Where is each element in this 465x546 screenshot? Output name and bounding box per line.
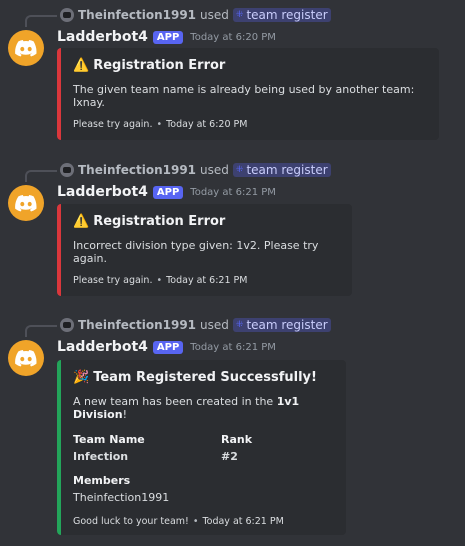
members-label: Members xyxy=(73,474,131,487)
warning-icon: ⚠️ xyxy=(73,214,90,229)
embed-footer: Please try again. • Today at 6:21 PM xyxy=(73,275,248,286)
message-header: Ladderbot4 APP Today at 6:20 PM xyxy=(57,29,276,45)
success-embed: 🎉 Team Registered Successfully! A new te… xyxy=(57,360,346,535)
embed-description: The given team name is already being use… xyxy=(73,83,415,109)
party-popper-icon: 🎉 xyxy=(73,370,90,385)
message-header: Ladderbot4 APP Today at 6:21 PM xyxy=(57,339,276,355)
reply-connector xyxy=(25,325,57,337)
message-timestamp[interactable]: Today at 6:21 PM xyxy=(190,342,276,353)
team-name-label: Team Name xyxy=(73,433,145,446)
footer-text: Please try again. xyxy=(73,275,153,286)
embed-title-text: Team Registered Successfully! xyxy=(93,370,317,385)
discord-logo-icon xyxy=(15,194,37,211)
author-name[interactable]: Ladderbot4 xyxy=(57,184,148,200)
embed-footer: Please try again. • Today at 6:20 PM xyxy=(73,119,248,130)
embed-title-text: Registration Error xyxy=(93,214,226,229)
bot-avatar[interactable] xyxy=(8,340,44,376)
embed-footer: Good luck to your team! • Today at 6:21 PM xyxy=(73,516,284,527)
rank-label: Rank xyxy=(221,433,253,446)
reply-username[interactable]: Theinfection1991 xyxy=(78,163,196,177)
reply-used-text: used xyxy=(200,8,229,22)
footer-time: Today at 6:21 PM xyxy=(166,275,248,286)
error-embed: ⚠️ Registration Error The given team nam… xyxy=(57,48,439,140)
footer-text: Good luck to your team! xyxy=(73,516,189,527)
user-mini-avatar[interactable] xyxy=(60,163,74,177)
embed-description: A new team has been created in the 1v1 D… xyxy=(73,395,334,421)
app-badge: APP xyxy=(152,340,184,354)
reply-connector xyxy=(25,170,57,182)
bot-avatar[interactable] xyxy=(8,30,44,66)
warning-icon: ⚠️ xyxy=(73,58,90,73)
discord-logo-icon xyxy=(15,349,37,366)
description-prefix: A new team has been created in the xyxy=(73,395,277,408)
command-mention[interactable]: ⁜ team register xyxy=(232,318,331,332)
command-name: team register xyxy=(246,8,328,22)
slash-command-icon: ⁜ xyxy=(235,10,244,20)
command-name: team register xyxy=(246,318,328,332)
embed-title: ⚠️ Registration Error xyxy=(73,58,427,73)
footer-time: Today at 6:20 PM xyxy=(166,119,248,130)
footer-time: Today at 6:21 PM xyxy=(202,516,284,527)
description-suffix: ! xyxy=(122,408,127,421)
author-name[interactable]: Ladderbot4 xyxy=(57,339,148,355)
app-badge: APP xyxy=(152,30,184,44)
command-mention[interactable]: ⁜ team register xyxy=(232,163,331,177)
embed-description: Incorrect division type given: 1v2. Plea… xyxy=(73,239,319,265)
command-reply-line: Theinfection1991 used ⁜ team register xyxy=(60,6,331,24)
reply-username[interactable]: Theinfection1991 xyxy=(78,318,196,332)
reply-used-text: used xyxy=(200,318,229,332)
embed-title: ⚠️ Registration Error xyxy=(73,214,340,229)
discord-logo-icon xyxy=(15,39,37,56)
message-timestamp[interactable]: Today at 6:21 PM xyxy=(190,187,276,198)
footer-text: Please try again. xyxy=(73,119,153,130)
embed-title-text: Registration Error xyxy=(93,58,226,73)
command-mention[interactable]: ⁜ team register xyxy=(232,8,331,22)
slash-command-icon: ⁜ xyxy=(235,165,244,175)
message-timestamp[interactable]: Today at 6:20 PM xyxy=(190,32,276,43)
bot-avatar[interactable] xyxy=(8,185,44,221)
user-mini-avatar[interactable] xyxy=(60,318,74,332)
reply-connector xyxy=(25,15,57,27)
reply-used-text: used xyxy=(200,163,229,177)
reply-username[interactable]: Theinfection1991 xyxy=(78,8,196,22)
embed-fields: Team Name Rank Infection #2 xyxy=(73,431,334,465)
command-reply-line: Theinfection1991 used ⁜ team register xyxy=(60,161,331,179)
command-name: team register xyxy=(246,163,328,177)
user-mini-avatar[interactable] xyxy=(60,8,74,22)
error-embed: ⚠️ Registration Error Incorrect division… xyxy=(57,204,352,296)
message-header: Ladderbot4 APP Today at 6:21 PM xyxy=(57,184,276,200)
rank-value: #2 xyxy=(221,450,238,463)
command-reply-line: Theinfection1991 used ⁜ team register xyxy=(60,316,331,334)
members-value: Theinfection1991 xyxy=(73,491,170,504)
team-name-value: Infection xyxy=(73,450,129,463)
app-badge: APP xyxy=(152,185,184,199)
author-name[interactable]: Ladderbot4 xyxy=(57,29,148,45)
slash-command-icon: ⁜ xyxy=(235,320,244,330)
embed-title: 🎉 Team Registered Successfully! xyxy=(73,370,334,385)
